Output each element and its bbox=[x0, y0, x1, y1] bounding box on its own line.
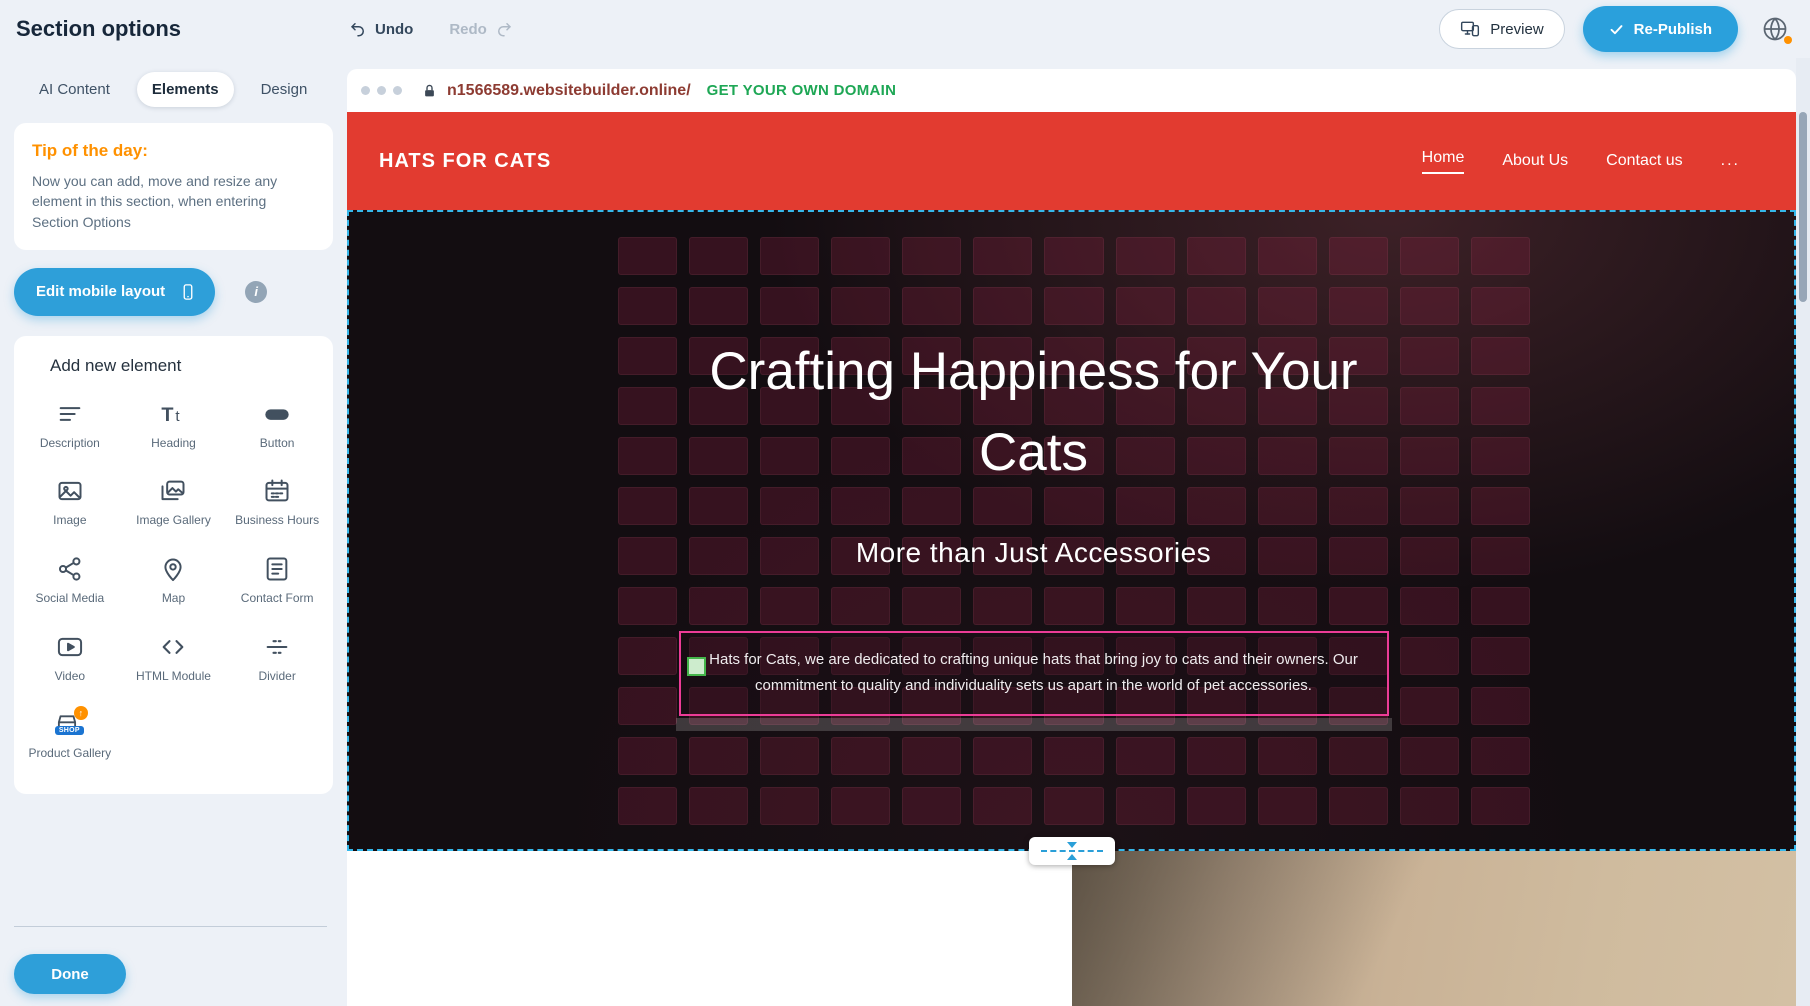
hero-title[interactable]: Crafting Happiness for Your Cats bbox=[704, 332, 1364, 493]
devices-icon bbox=[1460, 19, 1480, 39]
contact-form-icon bbox=[263, 555, 291, 591]
upgrade-badge-icon: ↑ bbox=[74, 706, 88, 720]
language-globe-button[interactable] bbox=[1756, 10, 1794, 48]
sidebar-divider bbox=[14, 926, 327, 927]
nav-more-button[interactable]: ... bbox=[1721, 152, 1740, 170]
tip-card: Tip of the day: Now you can add, move an… bbox=[14, 123, 333, 250]
lock-icon bbox=[422, 83, 437, 99]
element-image[interactable]: Image bbox=[18, 477, 122, 529]
redo-icon bbox=[495, 20, 513, 38]
site-logo[interactable]: HATS FOR CATS bbox=[379, 150, 551, 173]
image-icon bbox=[56, 477, 84, 513]
map-icon bbox=[159, 555, 187, 591]
preview-button[interactable]: Preview bbox=[1439, 9, 1564, 49]
undo-icon bbox=[349, 20, 367, 38]
shop-badge: SHOP bbox=[55, 726, 84, 735]
window-dot bbox=[377, 86, 386, 95]
element-hover-ghost bbox=[676, 718, 1392, 731]
get-domain-link[interactable]: GET YOUR OWN DOMAIN bbox=[707, 82, 897, 99]
product-gallery-icon: SHOP ↑ bbox=[54, 710, 86, 740]
business-hours-icon bbox=[263, 477, 291, 513]
history-controls: Undo Redo bbox=[349, 20, 513, 38]
browser-chrome: n1566589.websitebuilder.online/ GET YOUR… bbox=[347, 69, 1796, 112]
undo-label: Undo bbox=[375, 21, 413, 38]
site-preview: HATS FOR CATS Home About Us Contact us .… bbox=[347, 112, 1796, 1006]
heading-icon: Tt bbox=[159, 400, 187, 436]
notification-dot bbox=[1784, 36, 1792, 44]
tip-title: Tip of the day: bbox=[32, 141, 315, 161]
page-title: Section options bbox=[16, 16, 181, 42]
republish-button[interactable]: Re-Publish bbox=[1583, 6, 1738, 52]
edit-mobile-layout-button[interactable]: Edit mobile layout bbox=[14, 268, 215, 316]
add-element-title: Add new element bbox=[18, 356, 329, 376]
nav-home[interactable]: Home bbox=[1422, 149, 1465, 174]
hero-paragraph-selected[interactable]: Hats for Cats, we are dedicated to craft… bbox=[679, 631, 1389, 716]
element-html-module[interactable]: HTML Module bbox=[122, 633, 226, 685]
element-business-hours[interactable]: Business Hours bbox=[225, 477, 329, 529]
done-button[interactable]: Done bbox=[14, 954, 126, 994]
add-element-card: Add new element Description Tt Heading B… bbox=[14, 336, 333, 794]
redo-label: Redo bbox=[449, 21, 487, 38]
mobile-layout-row: Edit mobile layout i bbox=[14, 268, 333, 316]
resize-dash-line bbox=[1041, 850, 1103, 852]
tab-elements[interactable]: Elements bbox=[137, 72, 234, 107]
nav-about-us[interactable]: About Us bbox=[1502, 152, 1568, 170]
element-drag-handle[interactable] bbox=[687, 657, 706, 676]
republish-label: Re-Publish bbox=[1634, 21, 1712, 38]
redo-button[interactable]: Redo bbox=[449, 20, 513, 38]
resize-arrow-down-icon bbox=[1067, 842, 1077, 848]
phone-icon bbox=[179, 283, 197, 301]
window-dot bbox=[361, 86, 370, 95]
vertical-scrollbar[interactable] bbox=[1796, 58, 1810, 1006]
section-resize-handle[interactable] bbox=[1029, 837, 1115, 865]
element-map[interactable]: Map bbox=[122, 555, 226, 607]
hero-content: Crafting Happiness for Your Cats More th… bbox=[347, 210, 1796, 851]
tab-design[interactable]: Design bbox=[246, 72, 323, 107]
element-contact-form[interactable]: Contact Form bbox=[225, 555, 329, 607]
element-video[interactable]: Video bbox=[18, 633, 122, 685]
window-dot bbox=[393, 86, 402, 95]
nav-contact-us[interactable]: Contact us bbox=[1606, 152, 1682, 170]
video-icon bbox=[56, 633, 84, 669]
edit-mobile-label: Edit mobile layout bbox=[36, 283, 165, 300]
info-icon[interactable]: i bbox=[245, 281, 267, 303]
element-heading[interactable]: Tt Heading bbox=[122, 400, 226, 452]
sidebar-tabs: AI Content Elements Design bbox=[0, 58, 347, 123]
element-social-media[interactable]: Social Media bbox=[18, 555, 122, 607]
element-grid: Description Tt Heading Button Image bbox=[18, 400, 329, 788]
site-header: HATS FOR CATS Home About Us Contact us .… bbox=[347, 112, 1796, 210]
tab-ai-content[interactable]: AI Content bbox=[24, 72, 125, 107]
topbar-actions: Preview Re-Publish bbox=[1439, 6, 1794, 52]
tip-body: Now you can add, move and resize any ele… bbox=[32, 171, 315, 232]
element-product-gallery[interactable]: SHOP ↑ Product Gallery bbox=[18, 710, 122, 762]
svg-text:T: T bbox=[162, 404, 174, 426]
image-gallery-icon bbox=[159, 477, 187, 513]
social-media-icon bbox=[56, 555, 84, 591]
preview-label: Preview bbox=[1490, 21, 1543, 38]
button-icon bbox=[263, 400, 291, 436]
element-divider[interactable]: Divider bbox=[225, 633, 329, 685]
hero-paragraph-text[interactable]: Hats for Cats, we are dedicated to craft… bbox=[707, 647, 1361, 700]
svg-text:t: t bbox=[176, 408, 181, 425]
hero-section[interactable]: Crafting Happiness for Your Cats More th… bbox=[347, 210, 1796, 851]
element-button[interactable]: Button bbox=[225, 400, 329, 452]
resize-arrow-up-icon bbox=[1067, 854, 1077, 860]
sidebar: AI Content Elements Design Tip of the da… bbox=[0, 58, 347, 1006]
site-nav: Home About Us Contact us ... bbox=[1422, 149, 1740, 174]
pavement-photo bbox=[1072, 851, 1796, 1006]
description-icon bbox=[56, 400, 84, 436]
check-icon bbox=[1609, 22, 1624, 37]
scrollbar-thumb[interactable] bbox=[1799, 112, 1807, 302]
editor-canvas: n1566589.websitebuilder.online/ GET YOUR… bbox=[347, 58, 1796, 1006]
topbar: Section options Undo Redo Preview Re-Pub bbox=[0, 0, 1810, 58]
divider-icon bbox=[263, 633, 291, 669]
element-description[interactable]: Description bbox=[18, 400, 122, 452]
undo-button[interactable]: Undo bbox=[349, 20, 413, 38]
window-controls bbox=[361, 86, 402, 95]
element-image-gallery[interactable]: Image Gallery bbox=[122, 477, 226, 529]
next-section[interactable] bbox=[347, 851, 1796, 1006]
hero-subtitle[interactable]: More than Just Accessories bbox=[856, 537, 1211, 569]
site-url: n1566589.websitebuilder.online/ bbox=[447, 82, 691, 100]
html-module-icon bbox=[159, 633, 187, 669]
